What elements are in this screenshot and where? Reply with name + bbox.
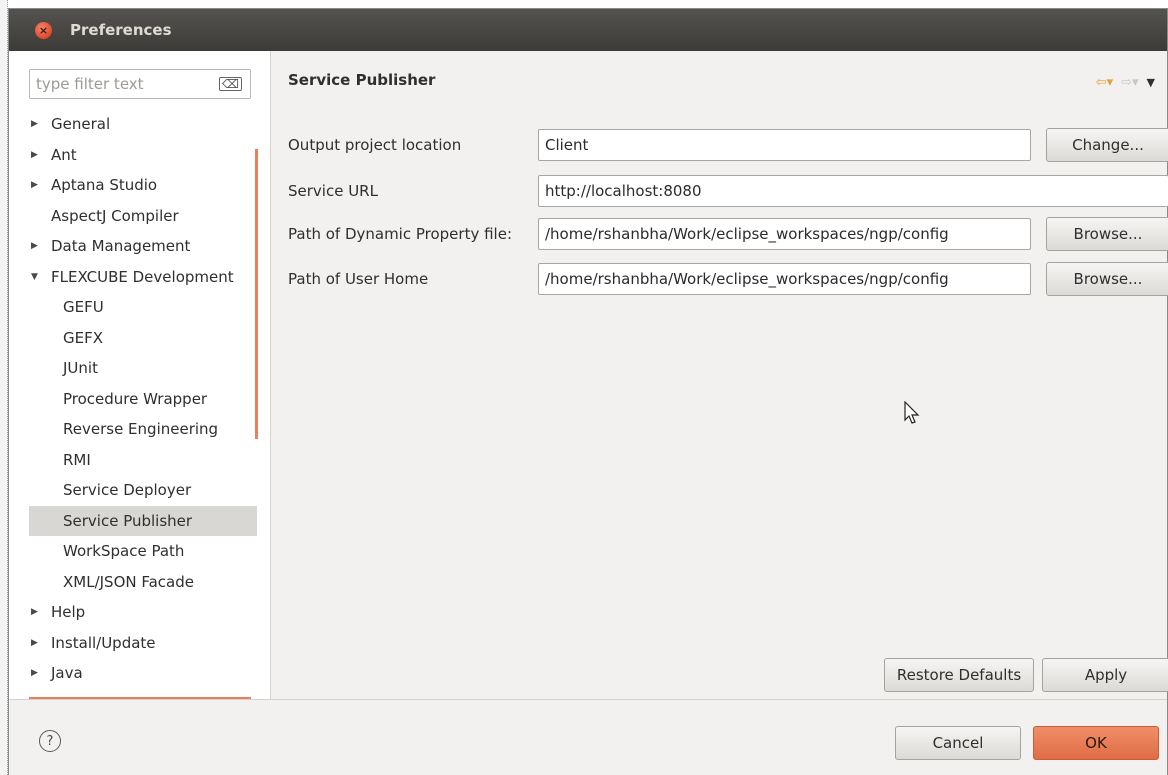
ok-button[interactable]: OK: [1033, 726, 1159, 760]
preferences-tree: ▶ General ▶ Ant ▶ Aptana Studio AspectJ Compil…: [29, 109, 257, 689]
collapsed-arrow-icon[interactable]: ▶: [29, 150, 51, 160]
change-button-label: Change...: [1072, 136, 1144, 154]
output-location-label: Output project location: [288, 136, 462, 154]
collapsed-arrow-icon[interactable]: ▶: [29, 180, 51, 190]
background-workspace-strip: [0, 0, 8, 775]
tree-item-label: GEFU: [63, 298, 104, 317]
expanded-arrow-icon[interactable]: ▼: [29, 272, 51, 282]
tree-item-label: Reverse Engineering: [63, 420, 219, 439]
tree-item[interactable]: ▶ Aptana Studio: [29, 170, 257, 201]
filter-input[interactable]: type filter text ⌫: [29, 69, 251, 99]
output-location-row: Output project location: [288, 129, 538, 161]
user-home-row: Path of User Home: [288, 263, 538, 295]
preferences-dialog: × Preferences type filter text ⌫ ▶ Genera…: [8, 8, 1168, 775]
change-button[interactable]: Change...: [1046, 128, 1168, 162]
view-menu-icon[interactable]: ▼: [1147, 76, 1155, 89]
service-url-label: Service URL: [288, 182, 378, 200]
tree-item-label: Service Publisher: [63, 511, 193, 530]
filter-placeholder: type filter text: [36, 75, 144, 93]
tree-item[interactable]: Reverse Engineering: [29, 414, 257, 445]
tree-item-label: Aptana Studio: [51, 176, 158, 195]
service-url-row: Service URL: [288, 175, 538, 207]
collapsed-arrow-icon[interactable]: ▶: [29, 607, 51, 617]
tree-item-label: Service Deployer: [63, 481, 192, 500]
tree-item-label: JUnit: [63, 359, 98, 378]
tree-item[interactable]: ▶ Install/Update: [29, 628, 257, 659]
page-title: Service Publisher: [288, 71, 436, 89]
tree-item-label: XML/JSON Facade: [63, 572, 195, 591]
tree-item[interactable]: ▶ Ant: [29, 140, 257, 171]
tree-item-label: Help: [51, 603, 86, 622]
collapsed-arrow-icon[interactable]: ▶: [29, 638, 51, 648]
tree-item-label: Procedure Wrapper: [63, 389, 208, 408]
user-home-field[interactable]: /home/rshanbha/Work/eclipse_workspaces/n…: [538, 263, 1031, 295]
apply-button[interactable]: Apply: [1042, 658, 1168, 692]
tree-item-label: General: [51, 115, 111, 134]
tree-item[interactable]: Service Deployer: [29, 475, 257, 506]
user-home-label: Path of User Home: [288, 270, 429, 288]
close-icon[interactable]: ×: [35, 21, 52, 39]
dynamic-property-label: Path of Dynamic Property file:: [288, 225, 513, 243]
tree-item-label: WorkSpace Path: [63, 542, 185, 561]
clear-filter-icon[interactable]: ⌫: [219, 77, 242, 91]
tree-item[interactable]: ▶ Help: [29, 597, 257, 628]
tree-item-label: FLEXCUBE Development: [51, 267, 234, 286]
browse-button-label: Browse...: [1073, 225, 1143, 243]
tree-item[interactable]: Service Publisher: [29, 505, 257, 536]
tree-item-label: Java: [51, 664, 83, 683]
cancel-label: Cancel: [932, 734, 984, 752]
output-location-field[interactable]: Client: [538, 129, 1031, 161]
forward-arrow-icon[interactable]: ⇨▾: [1121, 75, 1138, 90]
tree-item-label: Ant: [51, 145, 77, 164]
collapsed-arrow-icon[interactable]: ▶: [29, 668, 51, 678]
restore-defaults-label: Restore Defaults: [896, 666, 1022, 684]
back-arrow-icon[interactable]: ⇦▾: [1096, 75, 1113, 90]
tree-item[interactable]: AspectJ Compiler: [29, 201, 257, 232]
browse-user-home-button[interactable]: Browse...: [1046, 262, 1168, 296]
tree-item[interactable]: ▶ General: [29, 109, 257, 140]
mouse-cursor-icon: [904, 401, 920, 424]
dynamic-property-field[interactable]: /home/rshanbha/Work/eclipse_workspaces/n…: [538, 218, 1031, 250]
apply-label: Apply: [1084, 666, 1128, 684]
browse-dynamic-property-button[interactable]: Browse...: [1046, 217, 1168, 251]
tree-item[interactable]: ▶ Java: [29, 658, 257, 689]
dialog-title: Preferences: [70, 21, 172, 39]
browse-button-label: Browse...: [1073, 270, 1143, 288]
dynamic-property-row: Path of Dynamic Property file:: [288, 218, 538, 250]
title-bar: × Preferences: [9, 9, 1167, 51]
tree-item-label: AspectJ Compiler: [51, 206, 179, 225]
tree-scrollbar[interactable]: [255, 149, 258, 439]
page-navigation: ⇦▾ ⇨▾ ▼: [1096, 75, 1155, 90]
dialog-footer: ? Cancel OK: [9, 699, 1167, 775]
tree-item[interactable]: GEFX: [29, 323, 257, 354]
tree-item-label: RMI: [63, 450, 91, 469]
tree-item[interactable]: JUnit: [29, 353, 257, 384]
help-icon[interactable]: ?: [39, 730, 61, 752]
tree-item[interactable]: Procedure Wrapper: [29, 384, 257, 415]
tree-item[interactable]: RMI: [29, 445, 257, 476]
tree-item[interactable]: WorkSpace Path: [29, 536, 257, 567]
tree-item[interactable]: XML/JSON Facade: [29, 567, 257, 598]
collapsed-arrow-icon[interactable]: ▶: [29, 119, 51, 129]
cancel-button[interactable]: Cancel: [895, 726, 1021, 760]
tree-item[interactable]: ▶ Data Management: [29, 231, 257, 262]
tree-item-label: Install/Update: [51, 633, 156, 652]
preference-page: Service Publisher ⇦▾ ⇨▾ ▼ Output project…: [272, 51, 1168, 699]
service-url-field[interactable]: http://localhost:8080: [538, 175, 1168, 207]
restore-defaults-button[interactable]: Restore Defaults: [884, 658, 1034, 692]
preferences-tree-panel: type filter text ⌫ ▶ General ▶ Ant ▶ Aptana S…: [9, 51, 271, 700]
tree-item[interactable]: ▼ FLEXCUBE Development: [29, 262, 257, 293]
tree-item[interactable]: GEFU: [29, 292, 257, 323]
tree-item-label: GEFX: [63, 328, 104, 347]
ok-label: OK: [1085, 734, 1107, 752]
collapsed-arrow-icon[interactable]: ▶: [29, 241, 51, 251]
tree-item-label: Data Management: [51, 237, 191, 256]
